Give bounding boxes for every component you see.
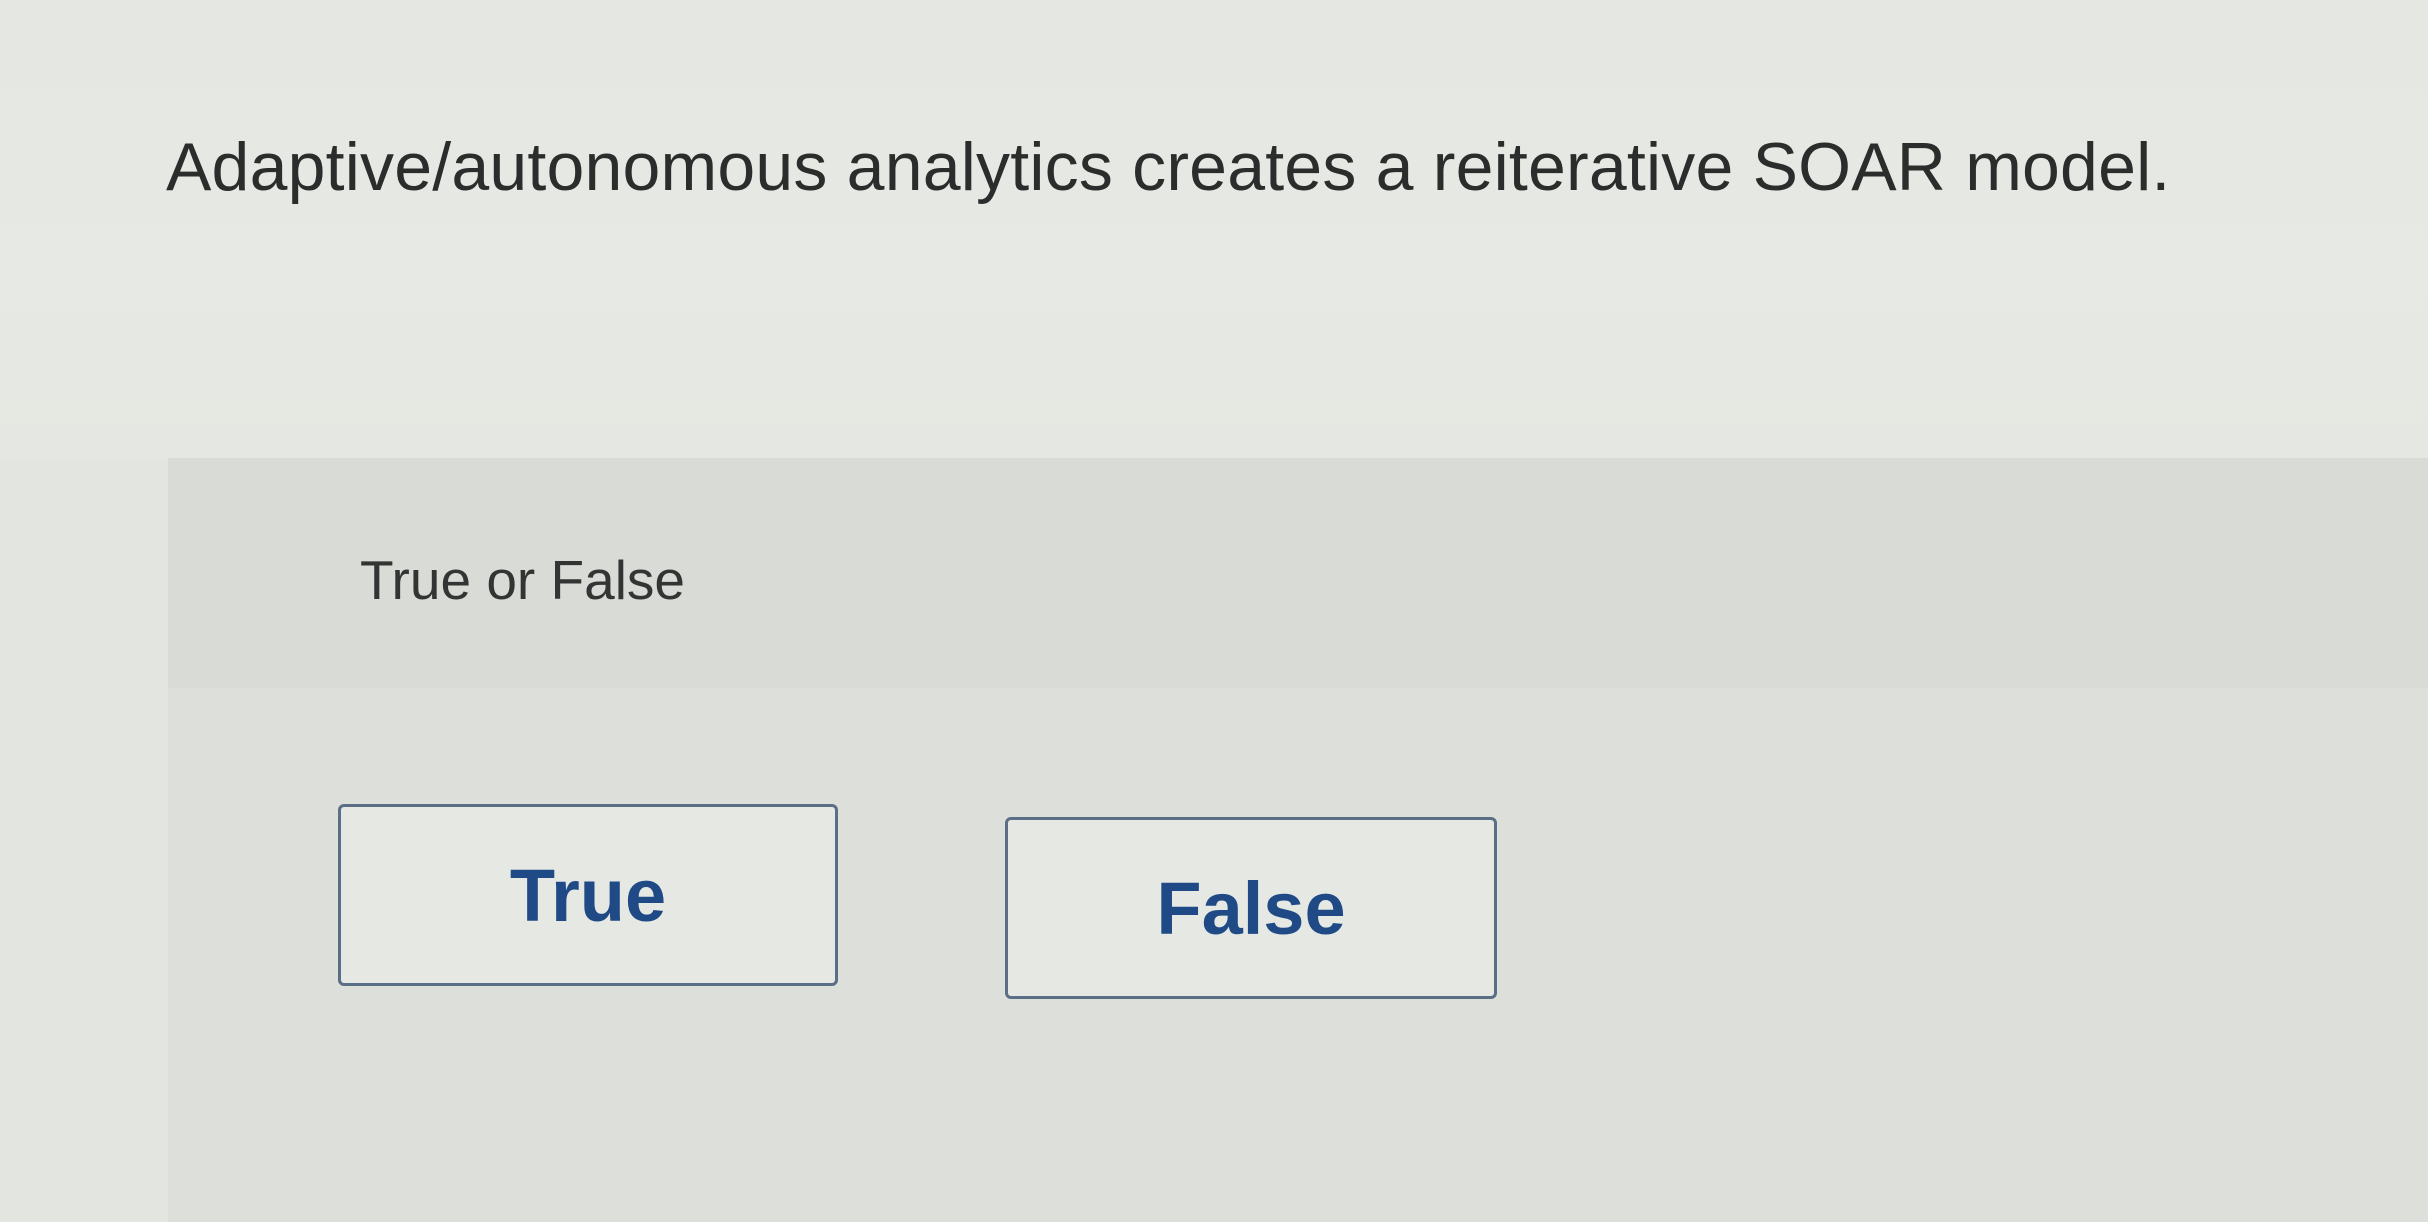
false-button[interactable]: False [1005, 817, 1497, 999]
question-text: Adaptive/autonomous analytics creates a … [166, 129, 2171, 205]
answer-prompt: True or False [360, 549, 686, 611]
answer-header: True or False [168, 458, 2428, 688]
true-button[interactable]: True [338, 804, 838, 986]
question-panel: Adaptive/autonomous analytics creates a … [0, 0, 2428, 460]
